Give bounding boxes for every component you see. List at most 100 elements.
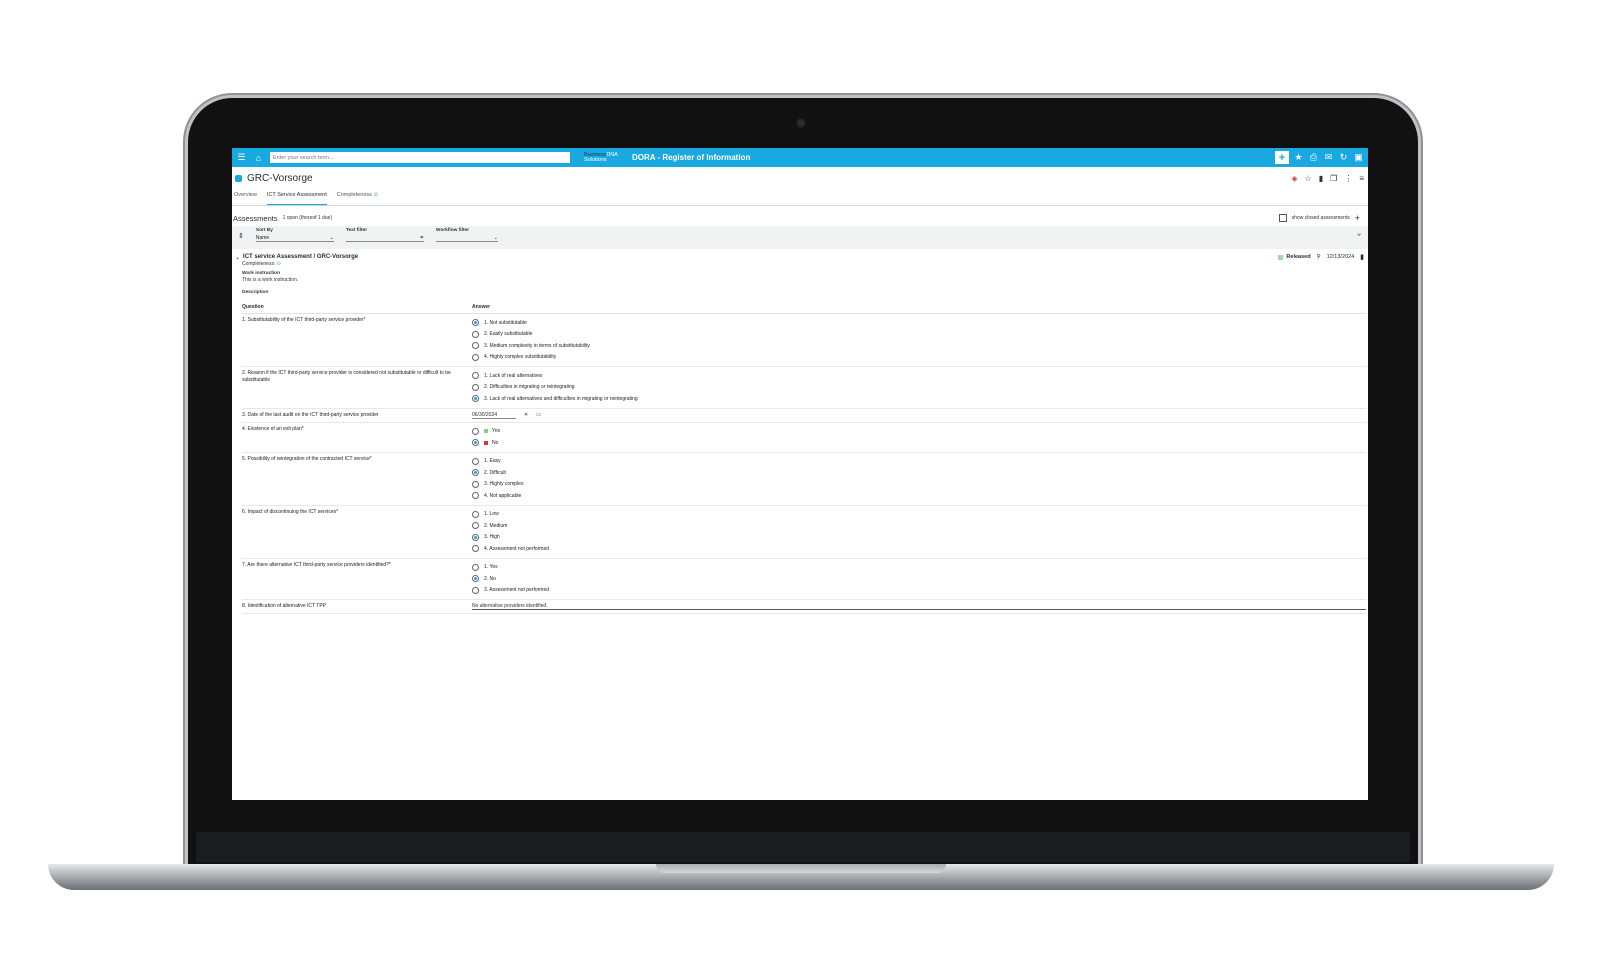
radio-button[interactable] <box>472 353 479 361</box>
option-label: 3. Lack of real alternatives and difficu… <box>484 395 638 402</box>
question-row: 2. Reason if the ICT third-party service… <box>242 367 1366 409</box>
answer-option[interactable]: 1. Easy <box>472 456 1366 468</box>
answer-option[interactable]: 3. Medium complexity in terms of substit… <box>472 340 1366 352</box>
option-label: 1. Low <box>484 511 499 518</box>
search-input[interactable] <box>270 152 570 163</box>
camera-icon <box>796 118 806 128</box>
answer-option[interactable]: 4. Highly complex substitutability <box>472 352 1366 364</box>
radio-button[interactable] <box>472 427 479 435</box>
answer-option[interactable]: 2. Difficult <box>472 467 1366 479</box>
answer-option[interactable]: 4. Not applicable <box>472 490 1366 502</box>
page-title: GRC-Vorsorge <box>247 172 313 184</box>
answer-option[interactable]: 2. Medium <box>472 520 1366 532</box>
radio-button[interactable] <box>472 510 479 518</box>
radio-button[interactable] <box>472 372 479 380</box>
add-icon[interactable]: + <box>1275 151 1289 164</box>
answer-option[interactable]: 1. Yes <box>472 562 1366 574</box>
sort-by-select[interactable]: Name ⌄ <box>255 235 334 242</box>
date-value[interactable]: 06/30/2024 <box>472 412 516 419</box>
option-label: 2. Difficulties in migrating or reintegr… <box>484 384 575 391</box>
question-row: 6. Impact of discontinuing the ICT servi… <box>242 506 1366 559</box>
delete-icon[interactable]: ▮ <box>1319 174 1323 183</box>
home-icon[interactable]: ⌂ <box>253 153 264 163</box>
tab-ict-service-assessment[interactable]: ICT Service Assessment <box>266 192 327 205</box>
workflow-filter-group: Workflow filter ⌄ <box>435 228 498 242</box>
answer-option[interactable]: 3. Assessment not performed <box>472 585 1366 597</box>
answer-option[interactable]: 3. High <box>472 532 1366 544</box>
answer-option[interactable]: Yes <box>472 426 1366 438</box>
list-icon[interactable]: ≡ <box>1359 174 1364 183</box>
answer-option[interactable]: 1. Not substitutable <box>472 317 1366 329</box>
star-icon[interactable]: ★ <box>1293 152 1304 163</box>
menu-icon[interactable]: ☰ <box>236 152 247 163</box>
answer-options: 1. Lack of real alternatives 2. Difficul… <box>472 370 1366 405</box>
due-date: 12/13/2024 <box>1326 254 1355 260</box>
radio-button[interactable] <box>472 480 479 488</box>
delete-assessment-icon[interactable]: ▮ <box>1360 253 1364 261</box>
clear-icon[interactable]: ✕ <box>524 412 528 418</box>
radio-button[interactable] <box>472 563 479 571</box>
copy-icon[interactable]: ❐ <box>1330 174 1337 183</box>
option-label: 1. Easy <box>484 458 501 465</box>
radio-button[interactable] <box>472 457 479 465</box>
answer-option[interactable]: 1. Low <box>472 509 1366 521</box>
clear-filter-icon[interactable]: ⏷ <box>1356 228 1362 240</box>
radio-button[interactable] <box>472 575 479 583</box>
user-icon[interactable]: ▣ <box>1353 152 1364 163</box>
answer-header: Answer <box>472 304 491 310</box>
radio-button[interactable] <box>472 330 479 338</box>
radio-button[interactable] <box>472 522 479 530</box>
work-instruction-text: This is a work instruction. <box>242 277 299 283</box>
question-text: 8. Identification of alternative ICT TPP <box>242 603 327 609</box>
radio-button[interactable] <box>472 383 479 391</box>
text-filter-input[interactable]: ⏷ <box>345 235 424 242</box>
collapse-icon[interactable]: ⇕ <box>238 228 244 240</box>
radio-button[interactable] <box>472 545 479 553</box>
reviewer-icon[interactable]: ⚲ <box>1317 254 1321 260</box>
calendar-icon[interactable]: ▭ <box>536 412 541 418</box>
chevron-down-icon: ⌄ <box>493 235 498 241</box>
radio-button[interactable] <box>472 342 479 350</box>
radio-button[interactable] <box>472 319 479 327</box>
assessment-name[interactable]: ICT service Assessment / GRC-Vorsorge <box>243 254 358 260</box>
date-field[interactable]: 06/30/2024 ✕ ▭ <box>472 412 1366 419</box>
show-closed-checkbox[interactable] <box>1278 214 1287 222</box>
work-instruction-label: Work instruction <box>242 271 281 276</box>
favorite-icon[interactable]: ☆ <box>1305 174 1312 183</box>
radio-button[interactable] <box>472 586 479 594</box>
language-icon[interactable]: ◈ <box>1291 174 1297 183</box>
answer-option[interactable]: 2. Easily substitutable <box>472 329 1366 341</box>
radio-button[interactable] <box>472 439 479 447</box>
answer-option[interactable]: 4. Assessment not performed <box>472 543 1366 555</box>
radio-button[interactable] <box>472 492 479 500</box>
text-answer[interactable]: No alternative providers identified. <box>472 603 1366 610</box>
radio-button[interactable] <box>472 395 479 403</box>
radio-button[interactable] <box>472 533 479 541</box>
answer-option[interactable]: 1. Lack of real alternatives <box>472 370 1366 382</box>
answer-option[interactable]: 3. Highly complex <box>472 479 1366 491</box>
tab-overview[interactable]: Overview <box>234 192 257 205</box>
refresh-icon[interactable]: ↻ <box>1338 152 1349 163</box>
option-label: Yes <box>492 428 501 435</box>
print-icon[interactable]: ⎙ <box>1308 152 1319 163</box>
assessment-card-header[interactable]: ⌄ ICT service Assessment / GRC-Vorsorge … <box>232 249 1368 261</box>
workflow-filter-select[interactable]: ⌄ <box>435 235 498 242</box>
tab-completeness[interactable]: Completeness ⊙ <box>337 192 378 205</box>
expand-icon[interactable]: ⌄ <box>235 254 240 261</box>
topbar-actions: + ★ ⎙ ✉ ↻ ▣ <box>1275 151 1364 164</box>
top-bar: ☰ ⌂ BusinessDNA Solutions DORA - Registe… <box>232 148 1368 167</box>
answer-option[interactable]: 3. Lack of real alternatives and difficu… <box>472 393 1366 405</box>
mail-icon[interactable]: ✉ <box>1323 152 1334 163</box>
add-assessment-icon[interactable]: + <box>1355 213 1360 223</box>
status-badge: Released <box>1278 254 1311 260</box>
more-icon[interactable]: ⋮ <box>1344 174 1352 183</box>
filter-icon[interactable]: ⏷ <box>420 235 424 241</box>
answer-options: 1. Easy 2. Difficult 3. Highly complex 4… <box>472 456 1366 502</box>
radio-button[interactable] <box>472 469 479 477</box>
option-label: 4. Highly complex substitutability <box>484 354 557 361</box>
answer-option[interactable]: 2. Difficulties in migrating or reintegr… <box>472 382 1366 394</box>
answer-option[interactable]: 2. No <box>472 573 1366 585</box>
option-label: 2. No <box>484 575 496 582</box>
answer-option[interactable]: No <box>472 437 1366 449</box>
option-label: 4. Assessment not performed <box>484 545 550 552</box>
